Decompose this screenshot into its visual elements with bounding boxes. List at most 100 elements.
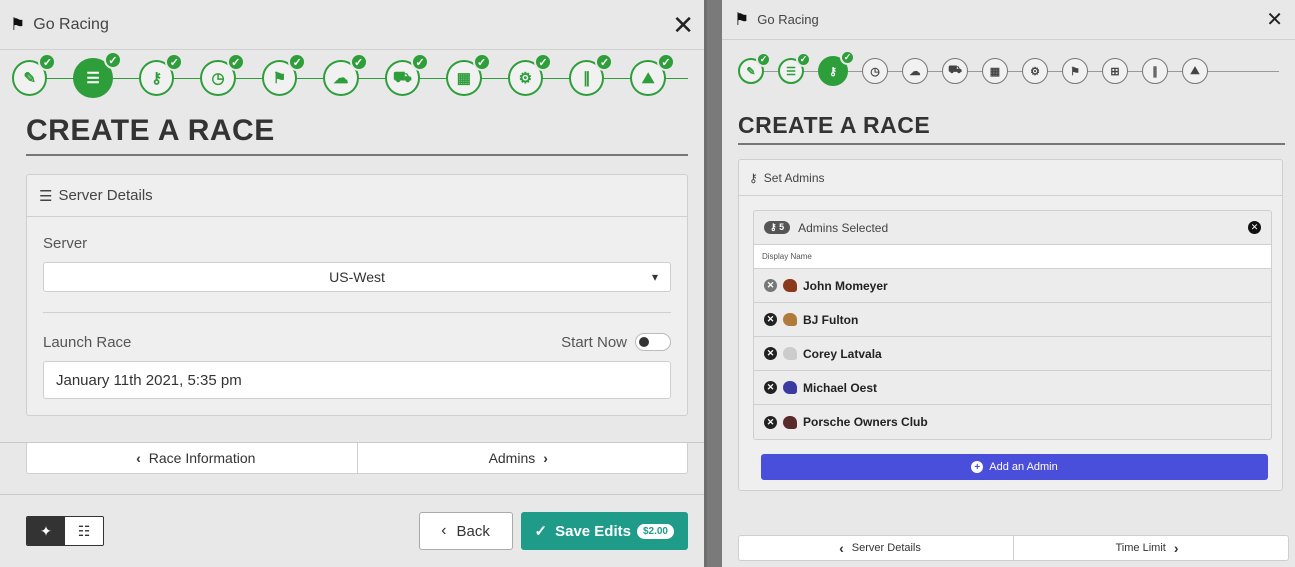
step-server-list[interactable]: ☰ ✓ <box>778 52 811 84</box>
step-landscape[interactable]: ⛰ ✓ <box>630 53 675 96</box>
wizard-view-icon[interactable]: ✦ <box>27 517 65 545</box>
key-icon: ⚷ <box>828 65 838 78</box>
step-key[interactable]: ⚷ ✓ <box>818 50 855 86</box>
card-title: Server Details <box>58 187 153 204</box>
launch-row: Launch Race Start Now <box>43 333 671 351</box>
pencil-icon: ✎ <box>746 65 756 78</box>
admins-list: ⚷ 5 Admins Selected ✕ Display Name ✕ John… <box>753 210 1272 440</box>
save-label: Save Edits <box>555 522 631 540</box>
back-button[interactable]: ‹ Back <box>418 512 513 550</box>
close-icon[interactable]: ✕ <box>672 12 694 38</box>
server-list-icon: ☰ <box>39 187 53 205</box>
helmet-avatar-icon <box>783 313 797 326</box>
server-details-card: ☰ Server Details Server US-West ▾ Launch… <box>26 174 688 416</box>
next-step-button[interactable]: Time Limit › <box>1013 536 1288 560</box>
road-icon: ∥ <box>1152 65 1158 78</box>
server-list-icon: ☰ <box>786 65 796 78</box>
step-road[interactable]: ∥ <box>1142 58 1168 84</box>
prev-step-button[interactable]: ‹ Server Details <box>739 536 1013 560</box>
check-icon: ✓ <box>595 53 614 71</box>
prev-step-button[interactable]: ‹ Race Information <box>27 442 357 473</box>
card-header: ☰ Server Details <box>27 175 687 217</box>
next-step-button[interactable]: Admins › <box>356 442 688 473</box>
step-weather[interactable]: ☁ <box>902 58 928 84</box>
helmet-avatar-icon <box>783 415 797 429</box>
landscape-icon: ⛰ <box>641 69 655 87</box>
admins-header: ⚷ 5 Admins Selected ✕ <box>754 211 1271 245</box>
weather-icon: ☁ <box>909 65 921 78</box>
start-now-label: Start Now <box>561 333 627 351</box>
helmet-avatar-icon <box>783 279 797 292</box>
right-window: ⚑ Go Racing ✕ ✎ ✓ ☰ ✓ ⚷ ✓ ◷ ☁ ⛟ ▦ ⚙ ⚑ ⊞ ∥ ⛰ CREATE A R… <box>722 0 1295 567</box>
chevron-left-icon: ‹ <box>839 540 844 556</box>
step-landscape[interactable]: ⛰ <box>1182 58 1208 84</box>
step-flag[interactable]: ⚑ <box>1062 58 1088 84</box>
close-icon[interactable]: ✕ <box>1266 10 1283 30</box>
step-wizard: ✎ ✓ ☰ ✓ ⚷ ✓ ◷ ☁ ⛟ ▦ ⚙ ⚑ ⊞ ∥ ⛰ <box>722 40 1295 102</box>
step-pencil[interactable]: ✎ ✓ <box>12 53 57 96</box>
step-garage[interactable]: ▦ <box>982 58 1008 84</box>
admin-name: Michael Oest <box>803 380 878 395</box>
save-edits-button[interactable]: ✓ Save Edits $2.00 <box>520 512 688 550</box>
admins-selected-label: Admins Selected <box>798 220 889 235</box>
left-window: ⚑ Go Racing ✕ ✎ ✓ ☰ ✓ ⚷ ✓ ◷ ✓ ⚑ ✓ ☁ ✓ ⛟ ✓ ▦ ✓ ⚙ ✓ ∥ ✓ ⛰ ✓ CRE… <box>0 0 707 567</box>
remove-admin-icon[interactable]: ✕ <box>764 279 777 292</box>
remove-admin-icon[interactable]: ✕ <box>764 381 777 394</box>
garage-icon: ▦ <box>989 65 1001 78</box>
price-badge: $2.00 <box>636 523 674 539</box>
step-car-setup[interactable]: ⚙ <box>1022 58 1048 84</box>
step-weather[interactable]: ☁ ✓ <box>323 53 368 96</box>
admin-name: John Momeyer <box>803 278 888 293</box>
server-list-icon: ☰ <box>86 70 100 87</box>
chevron-left-icon: ‹ <box>136 449 141 466</box>
step-car-setup[interactable]: ⚙ ✓ <box>507 53 553 96</box>
admin-count-badge: ⚷ 5 <box>764 221 791 234</box>
title-bar: ⚑ Go Racing ✕ <box>0 0 704 50</box>
clock-icon: ◷ <box>870 65 880 78</box>
clock-icon: ◷ <box>211 70 225 87</box>
remove-admin-icon[interactable]: ✕ <box>764 313 777 326</box>
step-server-list[interactable]: ☰ ✓ <box>73 51 122 98</box>
remove-admin-icon[interactable]: ✕ <box>764 415 777 429</box>
server-select[interactable]: US-West ▾ <box>43 262 671 292</box>
flag-icon: ⚑ <box>1070 65 1080 78</box>
server-label: Server <box>43 235 88 252</box>
check-icon: ✓ <box>534 53 553 71</box>
launch-date-input[interactable]: January 11th 2021, 5:35 pm <box>43 361 671 399</box>
key-icon: ⚷ <box>151 70 163 87</box>
check-icon: ✓ <box>411 53 430 71</box>
step-road[interactable]: ∥ ✓ <box>569 53 614 96</box>
step-car[interactable]: ⛟ <box>942 58 968 84</box>
check-icon: ✓ <box>756 52 771 67</box>
start-now-toggle[interactable] <box>635 333 671 351</box>
step-flag[interactable]: ⚑ ✓ <box>261 53 307 96</box>
check-icon: ✓ <box>796 52 811 67</box>
admin-name: Corey Latvala <box>803 346 882 361</box>
add-admin-button[interactable]: + Add an Admin <box>761 454 1268 480</box>
remove-admin-icon[interactable]: ✕ <box>764 347 777 360</box>
clear-all-icon[interactable]: ✕ <box>1248 221 1261 234</box>
admin-name: BJ Fulton <box>803 312 859 327</box>
admin-count: 5 <box>779 222 785 232</box>
check-icon: ✓ <box>226 53 245 71</box>
step-pencil[interactable]: ✎ ✓ <box>738 52 771 84</box>
flag-icon: ⚑ <box>272 70 287 87</box>
list-view-icon[interactable]: ☷ <box>65 517 103 545</box>
pencil-icon: ✎ <box>23 70 37 87</box>
chevron-right-icon: › <box>543 449 548 466</box>
garage-icon: ▦ <box>456 70 471 87</box>
admin-row: ✕ John Momeyer <box>754 269 1271 303</box>
step-garage[interactable]: ▦ ✓ <box>446 53 491 96</box>
step-nav: ‹ Server Details Time Limit › <box>738 535 1289 561</box>
car-setup-icon: ⚙ <box>518 70 533 87</box>
step-car[interactable]: ⛟ ✓ <box>384 53 430 96</box>
start-now-control: Start Now <box>561 333 671 351</box>
step-key[interactable]: ⚷ ✓ <box>138 53 184 96</box>
step-clock[interactable]: ◷ ✓ <box>200 53 245 96</box>
step-clock[interactable]: ◷ <box>862 58 888 84</box>
check-icon: ✓ <box>288 53 307 71</box>
step-controller[interactable]: ⊞ <box>1102 58 1128 84</box>
prev-step-label: Server Details <box>851 542 921 554</box>
plus-icon: + <box>971 461 984 473</box>
helmet-avatar-icon <box>783 381 797 394</box>
